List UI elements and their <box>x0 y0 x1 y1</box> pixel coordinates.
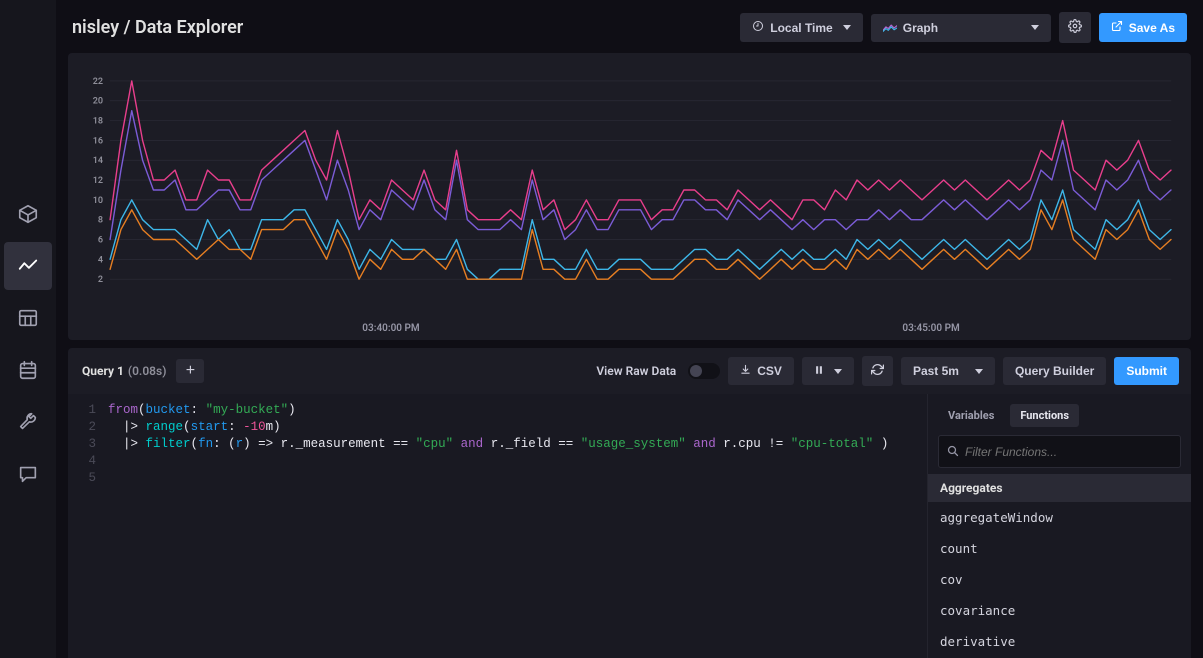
time-range-label: Past 5m <box>913 364 959 378</box>
nav-item-settings[interactable] <box>4 398 52 446</box>
svg-text:2: 2 <box>98 275 103 285</box>
fn-item[interactable]: covariance <box>928 595 1191 626</box>
nav-item-data-explorer[interactable] <box>4 242 52 290</box>
query-area: Query 1 (0.08s) + View Raw Data CSV <box>68 348 1191 658</box>
svg-text:12: 12 <box>93 176 103 186</box>
chart-x-label: 03:40:00 PM <box>362 323 419 334</box>
page-title: nisley / Data Explorer <box>72 17 243 38</box>
refresh-button[interactable] <box>862 356 893 386</box>
fn-item[interactable]: cov <box>928 564 1191 595</box>
svg-text:20: 20 <box>93 97 103 107</box>
functions-panel: Variables Functions Aggregates aggregate… <box>927 394 1191 658</box>
time-range-selector[interactable]: Past 5m <box>901 357 995 385</box>
nav-item-cube[interactable] <box>4 190 52 238</box>
nav-item-dashboards[interactable] <box>4 294 52 342</box>
pause-dropdown[interactable] <box>802 357 854 385</box>
topbar-actions: Local Time Graph Save As <box>740 12 1187 43</box>
code-editor[interactable]: 12345 from(bucket: "my-bucket") |> range… <box>68 394 927 658</box>
fn-item[interactable]: derivative <box>928 626 1191 657</box>
graph-icon <box>883 22 897 34</box>
svg-text:6: 6 <box>98 236 103 246</box>
query-tab-label: Query 1 <box>82 364 124 378</box>
query-builder-label: Query Builder <box>1015 364 1094 378</box>
tab-variables[interactable]: Variables <box>938 404 1004 427</box>
nav-sidebar <box>0 0 56 658</box>
svg-text:4: 4 <box>98 255 103 265</box>
fn-item[interactable]: count <box>928 533 1191 564</box>
settings-button[interactable] <box>1059 12 1091 43</box>
svg-text:16: 16 <box>93 136 103 146</box>
query-tab-time: (0.08s) <box>128 364 167 378</box>
query-toolbar: Query 1 (0.08s) + View Raw Data CSV <box>68 348 1191 394</box>
functions-list: aggregateWindowcountcovcovariancederivat… <box>928 502 1191 657</box>
functions-search[interactable] <box>938 435 1181 468</box>
chart-panel: 2 4 6 8 10 12 14 16 18 20 22 03:40:00 PM 03:45:00 P… <box>68 53 1191 340</box>
pause-icon <box>814 364 824 378</box>
svg-text:14: 14 <box>93 156 103 166</box>
tab-functions[interactable]: Functions <box>1010 404 1079 427</box>
functions-search-input[interactable] <box>965 445 1172 459</box>
clock-icon <box>752 20 764 35</box>
side-panel-tabs: Variables Functions <box>928 394 1191 435</box>
line-chart[interactable]: 2 4 6 8 10 12 14 16 18 20 22 <box>78 63 1181 323</box>
save-as-label: Save As <box>1129 21 1175 35</box>
main-content: nisley / Data Explorer Local Time Graph <box>56 0 1203 658</box>
svg-text:22: 22 <box>93 77 103 87</box>
timezone-label: Local Time <box>770 21 832 35</box>
svg-text:8: 8 <box>98 216 103 226</box>
query-tab-1[interactable]: Query 1 (0.08s) <box>80 360 168 382</box>
view-raw-toggle[interactable] <box>688 363 720 379</box>
csv-button[interactable]: CSV <box>728 357 794 385</box>
line-gutter: 12345 <box>68 402 108 658</box>
query-builder-button[interactable]: Query Builder <box>1003 357 1106 385</box>
export-icon <box>1111 20 1123 35</box>
viz-type-label: Graph <box>903 21 938 35</box>
submit-button[interactable]: Submit <box>1114 357 1179 385</box>
nav-item-feedback[interactable] <box>4 450 52 498</box>
csv-label: CSV <box>757 364 782 378</box>
topbar: nisley / Data Explorer Local Time Graph <box>68 8 1191 53</box>
chart-x-label: 03:45:00 PM <box>902 323 959 334</box>
svg-text:18: 18 <box>93 117 103 127</box>
add-query-button[interactable]: + <box>176 359 204 383</box>
functions-group-header: Aggregates <box>928 474 1191 502</box>
gear-icon <box>1068 19 1082 36</box>
download-icon <box>740 364 751 378</box>
refresh-icon <box>871 363 884 379</box>
save-as-button[interactable]: Save As <box>1099 13 1187 42</box>
timezone-selector[interactable]: Local Time <box>740 13 862 42</box>
viz-type-selector[interactable]: Graph <box>871 14 1051 42</box>
svg-text:10: 10 <box>93 196 103 206</box>
code-content[interactable]: from(bucket: "my-bucket") |> range(start… <box>108 402 927 658</box>
view-raw-label: View Raw Data <box>596 364 676 378</box>
fn-item[interactable]: aggregateWindow <box>928 502 1191 533</box>
nav-item-tasks[interactable] <box>4 346 52 394</box>
editor-row: 12345 from(bucket: "my-bucket") |> range… <box>68 394 1191 658</box>
search-icon <box>947 442 959 461</box>
submit-label: Submit <box>1126 364 1167 378</box>
